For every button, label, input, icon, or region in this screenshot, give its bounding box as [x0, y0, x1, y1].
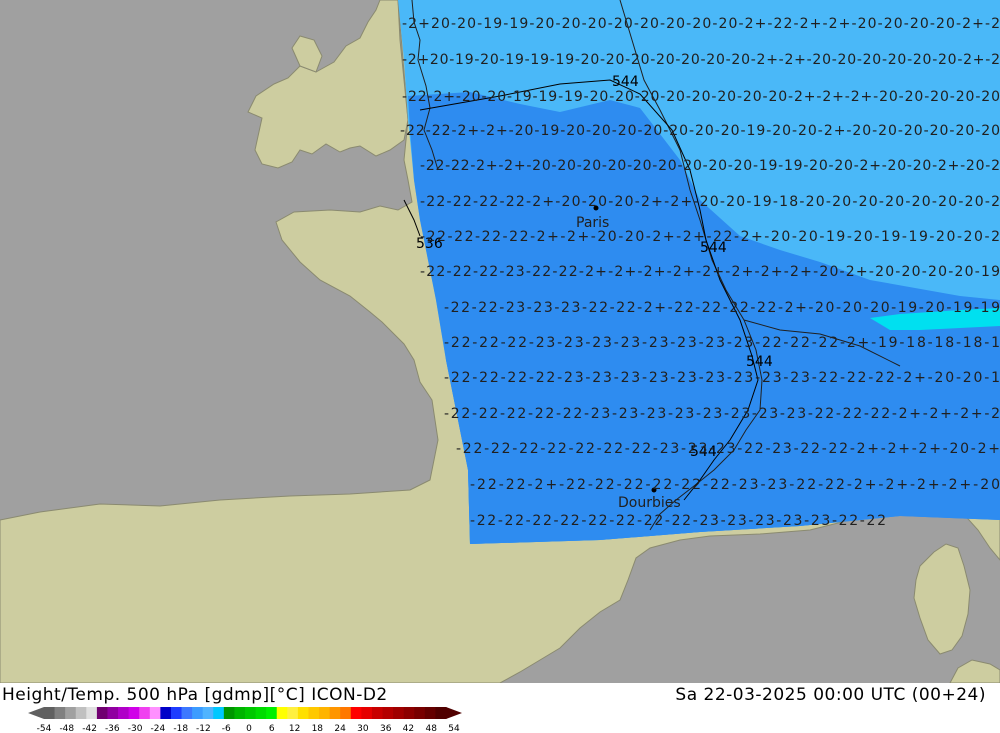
colorbar-swatch	[75, 707, 87, 719]
colorbar-tick-label: 18	[312, 724, 324, 733]
colorbar-tick-label: 42	[403, 724, 414, 733]
colorbar-swatch	[139, 707, 151, 719]
colorbar-swatch	[86, 707, 98, 719]
colorbar-swatch	[287, 707, 299, 719]
isotherm-row: -22-22-22-22-22-23-23-23-23-23-23-23-23-…	[444, 406, 1000, 422]
colorbar-tick-label: -12	[196, 724, 211, 733]
colorbar-tick-label: 48	[425, 724, 437, 733]
colorbar-tick-label: 54	[448, 724, 460, 733]
colorbar-tick-label: 0	[246, 724, 252, 733]
isotherm-row: -2+20-19-20-19-19-19-20-20-20-20-20-20-2…	[402, 52, 1000, 68]
colorbar-arrow-left	[28, 707, 44, 719]
colorbar-swatch	[361, 707, 373, 719]
colorbar-swatch	[266, 707, 278, 719]
colorbar-swatch	[170, 707, 183, 719]
colorbar-swatch	[297, 707, 309, 719]
colorbar-swatch	[403, 707, 415, 719]
map-title: Height/Temp. 500 hPa [gdmp][°C] ICON-D2	[2, 685, 388, 705]
colorbar-tick-label: -6	[222, 724, 231, 733]
colorbar-tick-label: -24	[151, 724, 166, 733]
colorbar-tick-label: -18	[173, 724, 188, 733]
colorbar-swatch	[44, 707, 56, 719]
colorbar-swatch	[54, 707, 66, 719]
colorbar-swatch	[329, 707, 341, 719]
colorbar-tick-label: -48	[59, 724, 74, 733]
colorbar-tick-label: -30	[128, 724, 143, 733]
colorbar-swatch	[65, 707, 77, 719]
isotherm-row: -22-22-22-23-22-22-2+-2+-2+-2+-2+-2+-2+-…	[420, 264, 1000, 280]
colorbar-swatch	[350, 707, 362, 719]
temperature-colorbar: -54 -48 -42 -36 -30 -24 -18 -12 -6 0 6 12 18 24 30 36 42…	[28, 707, 462, 733]
colorbar-swatch	[181, 707, 193, 719]
isotherm-row: -22-22-23-23-23-22-22-2+-22-22-22-22-2+-…	[444, 300, 1000, 316]
isotherm-row: -2+20-20-19-19-20-20-20-20-20-20-20-20-2…	[402, 16, 1000, 32]
city-label-dourbies: Dourbies	[618, 495, 681, 511]
colorbar-swatch	[435, 707, 447, 719]
colorbar-swatch	[424, 707, 436, 719]
colorbar-swatch	[192, 707, 204, 719]
colorbar-tick-label: -42	[82, 724, 97, 733]
colorbar-swatch	[319, 707, 331, 719]
colorbar-swatch	[276, 707, 288, 719]
colorbar-tick-label: 30	[357, 724, 369, 733]
weather-map: Paris Dourbies 544 544 544 544 536 -2+20…	[0, 0, 1000, 683]
colorbar-swatch	[371, 707, 384, 719]
isotherm-row: -22-22-22-22-22-22-22-23-23-23-22-23-22-…	[456, 441, 1000, 457]
colorbar-swatch	[107, 707, 119, 719]
height-label-544-east: 544	[746, 354, 773, 370]
colorbar-tick-label: 6	[269, 724, 275, 733]
colorbar-swatch	[234, 707, 246, 719]
colorbar-arrow-right	[446, 707, 462, 719]
colorbar-swatch	[382, 707, 394, 719]
colorbar-swatch	[340, 707, 352, 719]
colorbar-swatch	[255, 707, 267, 719]
colorbar-swatch	[128, 707, 140, 719]
colorbar-swatch	[96, 707, 108, 719]
colorbar-swatch	[414, 707, 426, 719]
isotherm-row: -22-22-22-22-2+-2+-20-20-2+-2+-22-2+-20-…	[420, 229, 1000, 245]
colorbar-swatch	[149, 707, 161, 719]
colorbar-swatch	[393, 707, 405, 719]
colorbar-swatch	[308, 707, 320, 719]
colorbar-swatch	[202, 707, 214, 719]
isotherm-row: -22-22-22-22-22-22-22-22-23-23-23-23-23-…	[470, 513, 886, 529]
colorbar-swatch	[213, 707, 225, 719]
height-label-544-north: 544	[612, 74, 639, 90]
isotherm-row: -22-22-2+-2+-20-19-20-20-20-20-20-20-20-…	[400, 123, 1000, 139]
isotherm-row: -22-22-2+-2+-20-20-20-20-20-20-20-20-20-…	[420, 158, 1000, 174]
isotherm-row: -22-2+-20-20-19-19-19-20-20-20-20-20-20-…	[402, 89, 1000, 105]
colorbar-tick-label: 12	[289, 724, 300, 733]
colorbar-swatch	[118, 707, 130, 719]
colorbar-tick-label: -54	[37, 724, 52, 733]
isotherm-row: -22-22-22-22-2+-20-20-20-2+-2+-20-20-19-…	[420, 194, 1000, 210]
valid-time: Sa 22-03-2025 00:00 UTC (00+24)	[675, 685, 986, 705]
isotherm-row: -22-22-2+-22-22-22-22-22-22-23-23-22-22-…	[470, 477, 1000, 493]
colorbar-swatch	[160, 707, 172, 719]
colorbar-tick-label: -36	[105, 724, 120, 733]
colorbar-tick-label: 24	[334, 724, 346, 733]
colorbar-tick-label: 36	[380, 724, 392, 733]
colorbar-swatch	[223, 707, 235, 719]
colorbar-swatch	[245, 707, 257, 719]
